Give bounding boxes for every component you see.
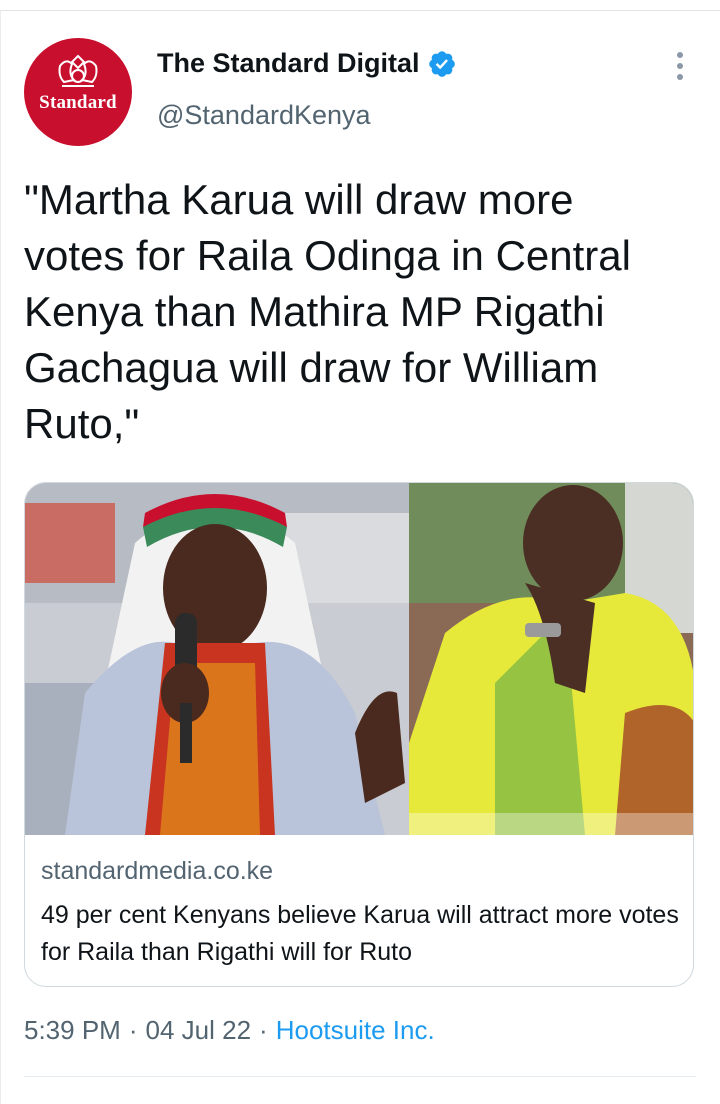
author-avatar[interactable]: Standard <box>24 38 132 146</box>
left-edge <box>0 10 1 1104</box>
tweet-source-link[interactable]: Hootsuite Inc. <box>276 1015 435 1046</box>
tweet-time[interactable]: 5:39 PM <box>24 1015 121 1046</box>
meta-separator: · <box>128 1015 138 1045</box>
card-image[interactable] <box>25 483 693 835</box>
tweet-meta: 5:39 PM · 04 Jul 22 · Hootsuite Inc. <box>24 1015 435 1046</box>
verified-badge-icon <box>428 50 455 77</box>
tweet-date[interactable]: 04 Jul 22 <box>146 1015 252 1046</box>
crest-logo-icon <box>58 54 98 87</box>
author-name-row: The Standard Digital <box>157 48 457 79</box>
link-card[interactable]: standardmedia.co.ke 49 per cent Kenyans … <box>24 482 694 987</box>
right-photo <box>409 483 693 835</box>
card-photo-composite <box>25 483 693 835</box>
bottom-divider <box>24 1076 696 1077</box>
card-domain[interactable]: standardmedia.co.ke <box>41 857 273 886</box>
author-display-name[interactable]: The Standard Digital <box>157 48 420 79</box>
card-title[interactable]: 49 per cent Kenyans believe Karua will a… <box>41 897 681 971</box>
left-photo <box>25 483 409 835</box>
top-divider <box>0 10 720 11</box>
more-vertical-icon[interactable] <box>670 52 690 84</box>
avatar-logo-text: Standard <box>39 92 117 113</box>
author-handle[interactable]: @StandardKenya <box>157 100 371 131</box>
meta-separator: · <box>259 1015 268 1045</box>
tweet-text: "Martha Karua will draw more votes for R… <box>24 176 631 447</box>
